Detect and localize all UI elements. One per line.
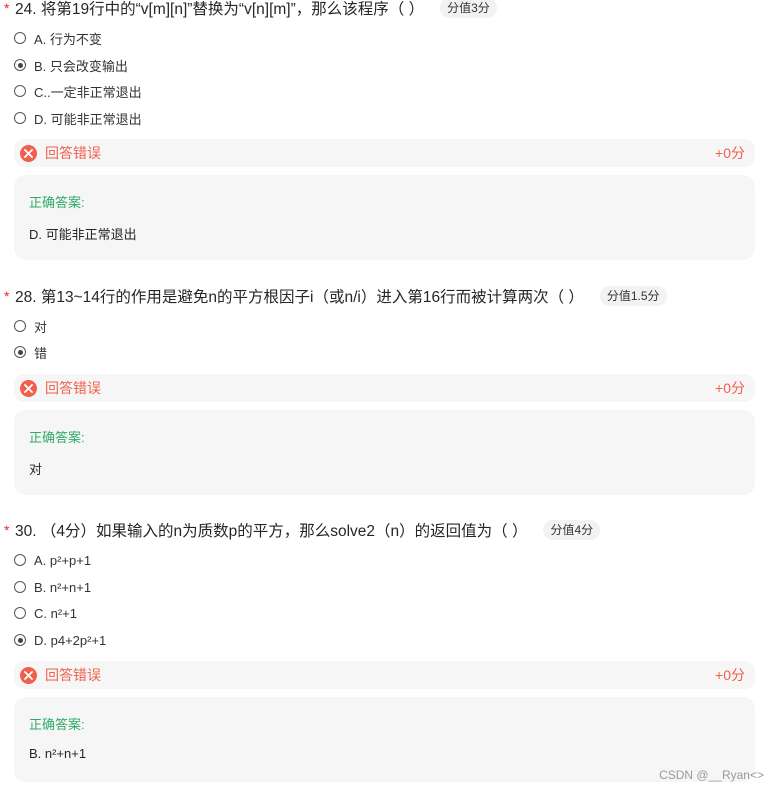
watermark: CSDN @__Ryan<>	[659, 768, 764, 782]
question-title-row: * 30. （4分）如果输入的n为质数p的平方，那么solve2（n）的返回值为…	[4, 519, 601, 541]
option-label: B. 只会改变输出	[34, 58, 128, 74]
radio-icon	[14, 112, 26, 124]
option-label: A. p²+p+1	[34, 552, 92, 568]
result-text: 回答错误	[45, 145, 101, 161]
radio-checked-icon	[14, 346, 26, 358]
correct-answer-panel: 正确答案: 对	[14, 410, 755, 495]
option-label: B. n²+n+1	[34, 579, 92, 595]
score-tag: 分值4分	[543, 520, 601, 540]
result-bar: 回答错误 +0分	[14, 661, 755, 689]
close-circle-icon	[20, 379, 37, 397]
radio-checked-icon	[14, 634, 26, 646]
radio-icon	[14, 554, 26, 566]
option-a[interactable]: A. 行为不变	[14, 28, 102, 48]
option-label: D. 可能非正常退出	[34, 111, 142, 127]
radio-icon	[14, 85, 26, 97]
correct-answer-label: 正确答案:	[29, 195, 85, 210]
radio-icon	[14, 320, 26, 332]
radio-checked-icon	[14, 59, 26, 71]
result-text: 回答错误	[45, 380, 101, 396]
question-title: 30. （4分）如果输入的n为质数p的平方，那么solve2（n）的返回值为（ …	[15, 523, 528, 540]
score-tag: 分值3分	[440, 0, 497, 18]
option-label: 对	[34, 319, 48, 335]
close-circle-icon	[20, 666, 37, 684]
required-star: *	[4, 522, 10, 538]
option-false[interactable]: 错	[14, 342, 47, 362]
result-score: +0分	[715, 667, 745, 683]
option-d[interactable]: D. p4+2p²+1	[14, 630, 106, 650]
result-score: +0分	[715, 380, 745, 396]
option-c[interactable]: C..一定非正常退出	[14, 81, 142, 101]
score-tag: 分值1.5分	[599, 286, 667, 306]
correct-answer-label: 正确答案:	[29, 717, 85, 732]
radio-icon	[14, 581, 26, 593]
option-a[interactable]: A. p²+p+1	[14, 550, 91, 570]
question-title: 24. 将第19行中的“v[m][n]”替换为“v[n][m]”，那么该程序（ …	[15, 1, 425, 18]
correct-answer-label: 正确答案:	[29, 430, 85, 445]
close-circle-icon	[20, 144, 37, 162]
option-b[interactable]: B. n²+n+1	[14, 577, 91, 597]
radio-icon	[14, 607, 26, 619]
option-label: C. n²+1	[34, 605, 77, 621]
question-title-row: * 24. 将第19行中的“v[m][n]”替换为“v[n][m]”，那么该程序…	[4, 0, 497, 19]
result-bar: 回答错误 +0分	[14, 139, 755, 167]
option-label: A. 行为不变	[34, 31, 102, 47]
result-text: 回答错误	[45, 667, 101, 683]
option-label: 错	[34, 345, 48, 361]
option-d[interactable]: D. 可能非正常退出	[14, 108, 142, 128]
required-star: *	[4, 288, 10, 304]
option-label: C..一定非正常退出	[34, 84, 142, 100]
correct-answer-panel: 正确答案: D. 可能非正常退出	[14, 175, 755, 260]
question-title-row: * 28. 第13~14行的作用是避免n的平方根因子i（或n/i）进入第16行而…	[4, 285, 667, 307]
result-score: +0分	[715, 145, 745, 161]
required-star: *	[4, 0, 10, 16]
correct-answer-panel: 正确答案: B. n²+n+1	[14, 697, 755, 782]
radio-icon	[14, 32, 26, 44]
option-label: D. p4+2p²+1	[34, 632, 107, 648]
option-b[interactable]: B. 只会改变输出	[14, 55, 128, 75]
correct-answer-value: B. n²+n+1	[29, 746, 87, 761]
option-true[interactable]: 对	[14, 316, 47, 336]
correct-answer-value: D. 可能非正常退出	[29, 227, 137, 242]
correct-answer-value: 对	[29, 462, 43, 477]
option-c[interactable]: C. n²+1	[14, 603, 77, 623]
result-bar: 回答错误 +0分	[14, 374, 755, 402]
question-title: 28. 第13~14行的作用是避免n的平方根因子i（或n/i）进入第16行而被计…	[15, 289, 584, 306]
